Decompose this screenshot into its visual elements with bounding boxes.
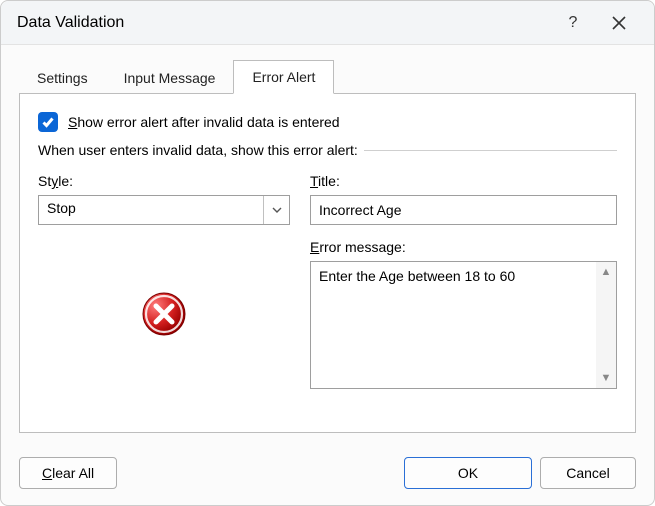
close-icon [612, 16, 626, 30]
chevron-down-icon [272, 207, 282, 213]
clear-all-accel: C [42, 465, 52, 481]
error-message-wrap: ▲ ▼ [310, 261, 617, 389]
show-error-alert-label: Show error alert after invalid data is e… [68, 114, 340, 130]
close-button[interactable] [596, 7, 642, 39]
left-column: Style: Stop [38, 173, 290, 389]
fieldset-legend: When user enters invalid data, show this… [38, 142, 364, 158]
title-label: Title: [310, 173, 617, 189]
style-dropdown[interactable]: Stop [38, 195, 290, 225]
fieldset-rule [338, 150, 617, 151]
error-message-label: Error message: [310, 239, 617, 255]
show-error-alert-row: Show error alert after invalid data is e… [38, 112, 617, 132]
tab-input-message[interactable]: Input Message [106, 62, 234, 94]
dialog-body: Settings Input Message Error Alert Show … [1, 45, 654, 443]
textarea-scrollbar[interactable]: ▲ ▼ [596, 262, 616, 388]
cancel-button[interactable]: Cancel [540, 457, 636, 489]
tab-panel-error-alert: Show error alert after invalid data is e… [19, 93, 636, 433]
scroll-down-icon: ▼ [601, 372, 612, 384]
title-input[interactable] [310, 195, 617, 225]
right-column: Title: Error message: ▲ ▼ [310, 173, 617, 389]
style-label: Style: [38, 173, 290, 189]
scroll-up-icon: ▲ [601, 266, 612, 278]
show-error-alert-text: how error alert after invalid data is en… [77, 114, 339, 130]
clear-all-text: lear All [52, 465, 94, 481]
tab-settings[interactable]: Settings [19, 62, 106, 94]
style-value: Stop [39, 196, 263, 224]
check-icon [41, 115, 55, 129]
error-alert-fieldset: When user enters invalid data, show this… [38, 150, 617, 389]
titlebar: Data Validation ? [1, 1, 654, 45]
style-dropdown-button[interactable] [263, 196, 289, 224]
error-message-textarea[interactable] [311, 262, 596, 388]
dialog-footer: Clear All OK Cancel [1, 443, 654, 505]
error-icon-preview [38, 291, 290, 337]
show-error-alert-checkbox[interactable] [38, 112, 58, 132]
help-button[interactable]: ? [550, 7, 596, 39]
stop-error-icon [141, 291, 187, 337]
ok-button[interactable]: OK [404, 457, 532, 489]
tab-error-alert[interactable]: Error Alert [233, 60, 334, 94]
dialog-title: Data Validation [17, 14, 550, 32]
help-icon: ? [569, 14, 578, 32]
tab-strip: Settings Input Message Error Alert [19, 59, 636, 93]
controls-grid: Style: Stop [38, 173, 617, 389]
show-error-alert-accel: S [68, 114, 77, 130]
data-validation-dialog: Data Validation ? Settings Input Message… [0, 0, 655, 506]
clear-all-button[interactable]: Clear All [19, 457, 117, 489]
